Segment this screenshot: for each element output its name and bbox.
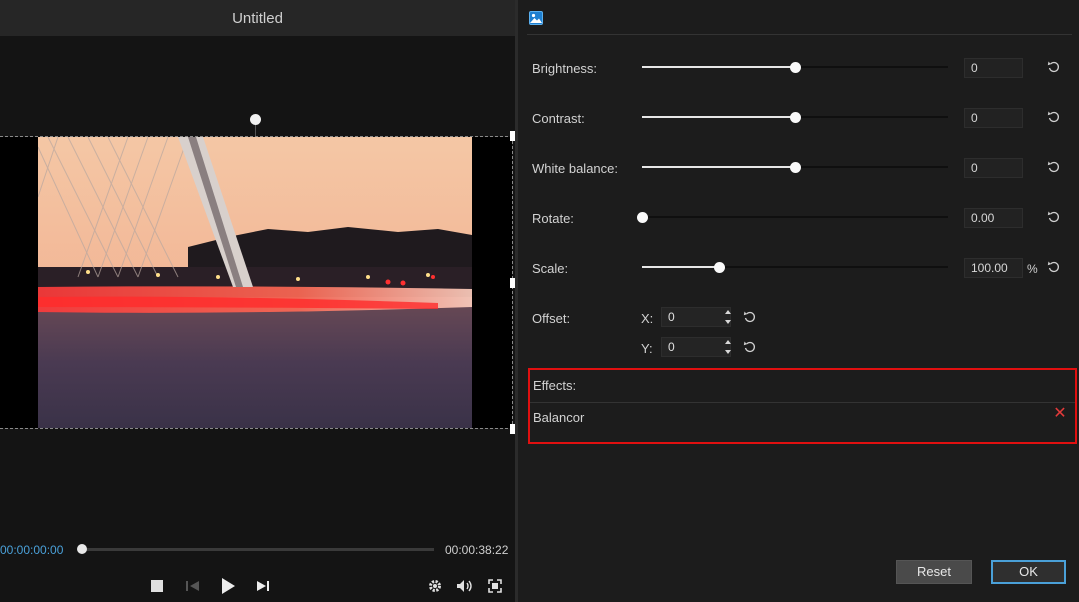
offset-x-reset-icon[interactable] (743, 310, 757, 324)
settings-icon[interactable] (425, 576, 445, 596)
volume-icon[interactable] (455, 576, 475, 596)
white-balance-reset-icon[interactable] (1047, 160, 1061, 174)
scale-slider[interactable] (642, 266, 948, 268)
offset-x-input[interactable]: 0 (661, 307, 731, 327)
contrast-reset-icon[interactable] (1047, 110, 1061, 124)
offset-y-reset-icon[interactable] (743, 340, 757, 354)
offset-label: Offset: (532, 311, 571, 326)
duration-time: 00:00:38:22 (445, 543, 509, 557)
fullscreen-icon[interactable] (485, 576, 505, 596)
effects-divider (530, 402, 1075, 403)
effects-section: Effects: Balancor ✕ (528, 368, 1077, 444)
scale-label: Scale: (532, 261, 569, 276)
offset-y-input[interactable]: 0 (661, 337, 731, 357)
contrast-slider-knob[interactable] (790, 112, 801, 123)
seek-track[interactable] (82, 548, 434, 551)
rotate-slider-knob[interactable] (637, 212, 648, 223)
header-divider (527, 34, 1072, 35)
offset-y-stepper[interactable] (725, 337, 733, 357)
effects-label: Effects: (533, 378, 577, 393)
rotate-slider[interactable] (642, 216, 948, 218)
effect-item[interactable]: Balancor (533, 410, 584, 425)
scale-unit: % (1027, 262, 1038, 276)
remove-effect-icon[interactable]: ✕ (1052, 406, 1068, 422)
white-balance-label: White balance: (532, 161, 618, 176)
prev-frame-icon[interactable] (183, 576, 203, 596)
playback-controls (0, 572, 515, 600)
brightness-reset-icon[interactable] (1047, 60, 1061, 74)
rotate-handle[interactable] (250, 114, 261, 125)
seek-bar[interactable]: 00:00:00:00 00:00:38:22 (0, 540, 515, 560)
next-frame-icon[interactable] (253, 576, 273, 596)
offset-x-label: X: (641, 311, 654, 326)
adjust-panel: Brightness: 0 Contrast: 0 White balance:… (518, 0, 1079, 602)
player-pane: Untitled 00:00:00:00 00:00:38:22 (0, 0, 516, 602)
rotate-label: Rotate: (532, 211, 574, 226)
reset-button[interactable]: Reset (896, 560, 972, 584)
scale-value[interactable]: 100.00 (964, 258, 1023, 278)
image-icon[interactable] (529, 11, 543, 25)
contrast-label: Contrast: (532, 111, 585, 126)
brightness-value[interactable]: 0 (964, 58, 1023, 78)
rotate-handle-line (255, 124, 256, 136)
brightness-slider-knob[interactable] (790, 62, 801, 73)
stop-icon[interactable] (147, 576, 167, 596)
contrast-value[interactable]: 0 (964, 108, 1023, 128)
offset-y-label: Y: (641, 341, 653, 356)
scale-slider-knob[interactable] (713, 262, 725, 273)
offset-x-stepper[interactable] (725, 307, 733, 327)
rotate-reset-icon[interactable] (1047, 210, 1061, 224)
play-icon[interactable] (218, 576, 238, 596)
scale-reset-icon[interactable] (1047, 260, 1061, 274)
brightness-label: Brightness: (532, 61, 598, 76)
rotate-value[interactable]: 0.00 (964, 208, 1023, 228)
seek-knob[interactable] (77, 544, 87, 554)
window-title: Untitled (0, 0, 515, 36)
white-balance-slider-knob[interactable] (790, 162, 801, 173)
white-balance-value[interactable]: 0 (964, 158, 1023, 178)
transform-bounding-box[interactable] (0, 136, 513, 429)
ok-button[interactable]: OK (991, 560, 1066, 584)
current-time: 00:00:00:00 (0, 543, 64, 557)
